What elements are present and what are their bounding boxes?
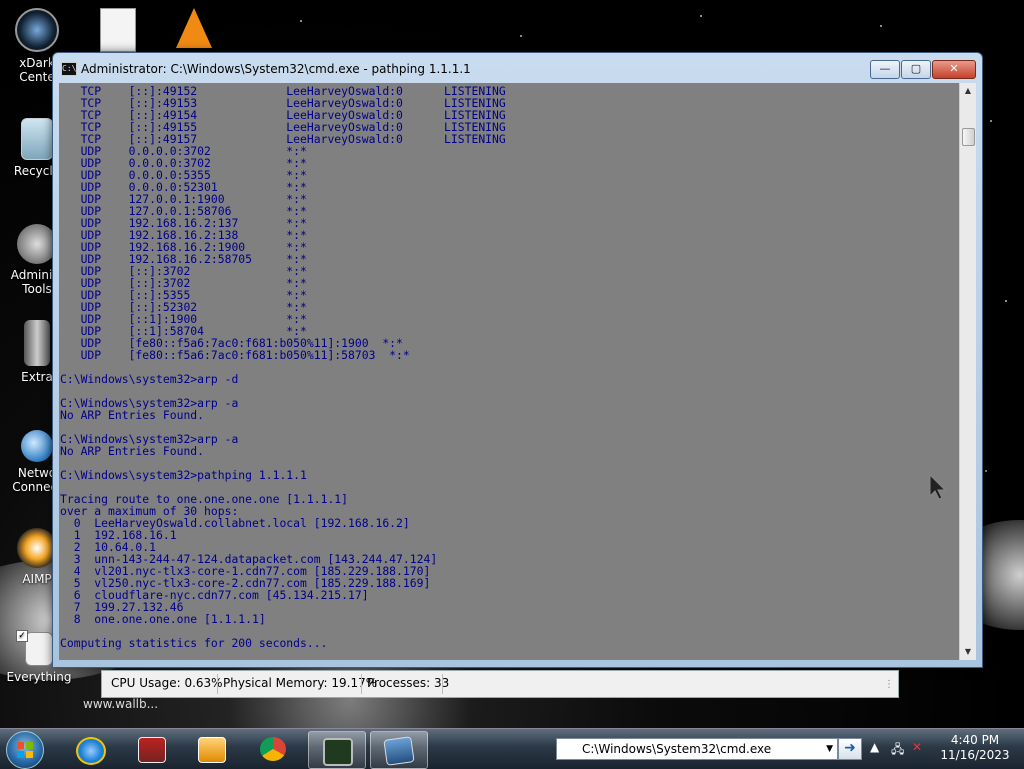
- taskbar-internet-explorer[interactable]: [62, 731, 118, 767]
- cpu-usage: CPU Usage: 0.63%: [111, 676, 223, 690]
- address-toolbar-input[interactable]: C:\Windows\System32\cmd.exe ▼: [556, 738, 838, 760]
- system-clock[interactable]: 4:40 PM 11/16/2023: [935, 733, 1015, 763]
- taskbar-chrome[interactable]: [246, 731, 302, 767]
- document-icon[interactable]: [100, 8, 136, 52]
- taskbar-cmd[interactable]: [370, 731, 428, 769]
- task-manager-icon: [323, 738, 353, 766]
- gears-icon: [17, 224, 57, 264]
- console-output[interactable]: TCP [::]:49152 LeeHarveyOswald:0 LISTENI…: [59, 83, 959, 660]
- wallpaper-caption: www.wallb...: [83, 697, 159, 711]
- folder-icon: [24, 320, 50, 366]
- media-player-icon: [198, 737, 226, 763]
- mouse-cursor-icon: [929, 474, 947, 500]
- taskbar-task-manager[interactable]: [308, 731, 366, 769]
- taskbar-media-player[interactable]: [184, 731, 240, 767]
- everything-search-icon: [25, 632, 53, 666]
- aimp-icon: [17, 528, 57, 568]
- windows-logo-icon: [17, 742, 33, 758]
- cmd-icon: C:\: [61, 62, 77, 76]
- process-count: Processes: 33: [367, 676, 450, 690]
- vlc-icon[interactable]: [176, 8, 212, 48]
- clock-time: 4:40 PM: [950, 733, 1000, 747]
- scroll-down-arrow-icon[interactable]: ▼: [960, 644, 976, 660]
- window-title: Administrator: C:\Windows\System32\cmd.e…: [81, 62, 471, 76]
- start-button[interactable]: [6, 731, 44, 769]
- close-button[interactable]: ✕: [932, 60, 976, 79]
- checkbox-icon[interactable]: ✓: [16, 630, 28, 642]
- cmd-window-icon: [383, 736, 415, 766]
- console-text: TCP [::]:49152 LeeHarveyOswald:0 LISTENI…: [60, 84, 506, 650]
- xdark-center-icon: [15, 8, 59, 52]
- clock-date: 11/16/2023: [940, 748, 1010, 762]
- archive-icon: [138, 737, 166, 763]
- chevron-down-icon[interactable]: ▼: [826, 739, 833, 759]
- window-titlebar[interactable]: C:\ Administrator: C:\Windows\System32\c…: [53, 53, 982, 83]
- cmd-window[interactable]: C:\ Administrator: C:\Windows\System32\c…: [52, 52, 983, 668]
- physical-memory: Physical Memory: 19.17%: [223, 676, 378, 690]
- vertical-scrollbar[interactable]: ▲ ▼: [959, 83, 976, 660]
- desktop-icon-label: Everything: [6, 670, 72, 684]
- minimize-button[interactable]: —: [870, 60, 900, 79]
- chrome-icon: [260, 737, 286, 761]
- system-status-bar: CPU Usage: 0.63% Physical Memory: 19.17%…: [101, 670, 899, 698]
- network-tray-icon[interactable]: 🖧: [891, 740, 904, 761]
- address-value: C:\Windows\System32\cmd.exe: [582, 742, 772, 756]
- taskbar-archive[interactable]: [124, 731, 180, 767]
- scroll-up-arrow-icon[interactable]: ▲: [960, 83, 976, 99]
- recycle-bin-icon: [21, 118, 53, 160]
- scrollbar-thumb[interactable]: [962, 128, 975, 146]
- network-globe-icon: [21, 430, 53, 462]
- address-go-button[interactable]: ➜: [838, 738, 862, 760]
- show-hidden-icons-arrow-icon[interactable]: ▲: [870, 740, 879, 754]
- volume-muted-icon[interactable]: ✕: [912, 740, 922, 754]
- resize-grip-icon[interactable]: ⋮: [884, 679, 894, 690]
- internet-explorer-icon: [76, 737, 106, 765]
- maximize-button[interactable]: ▢: [901, 60, 931, 79]
